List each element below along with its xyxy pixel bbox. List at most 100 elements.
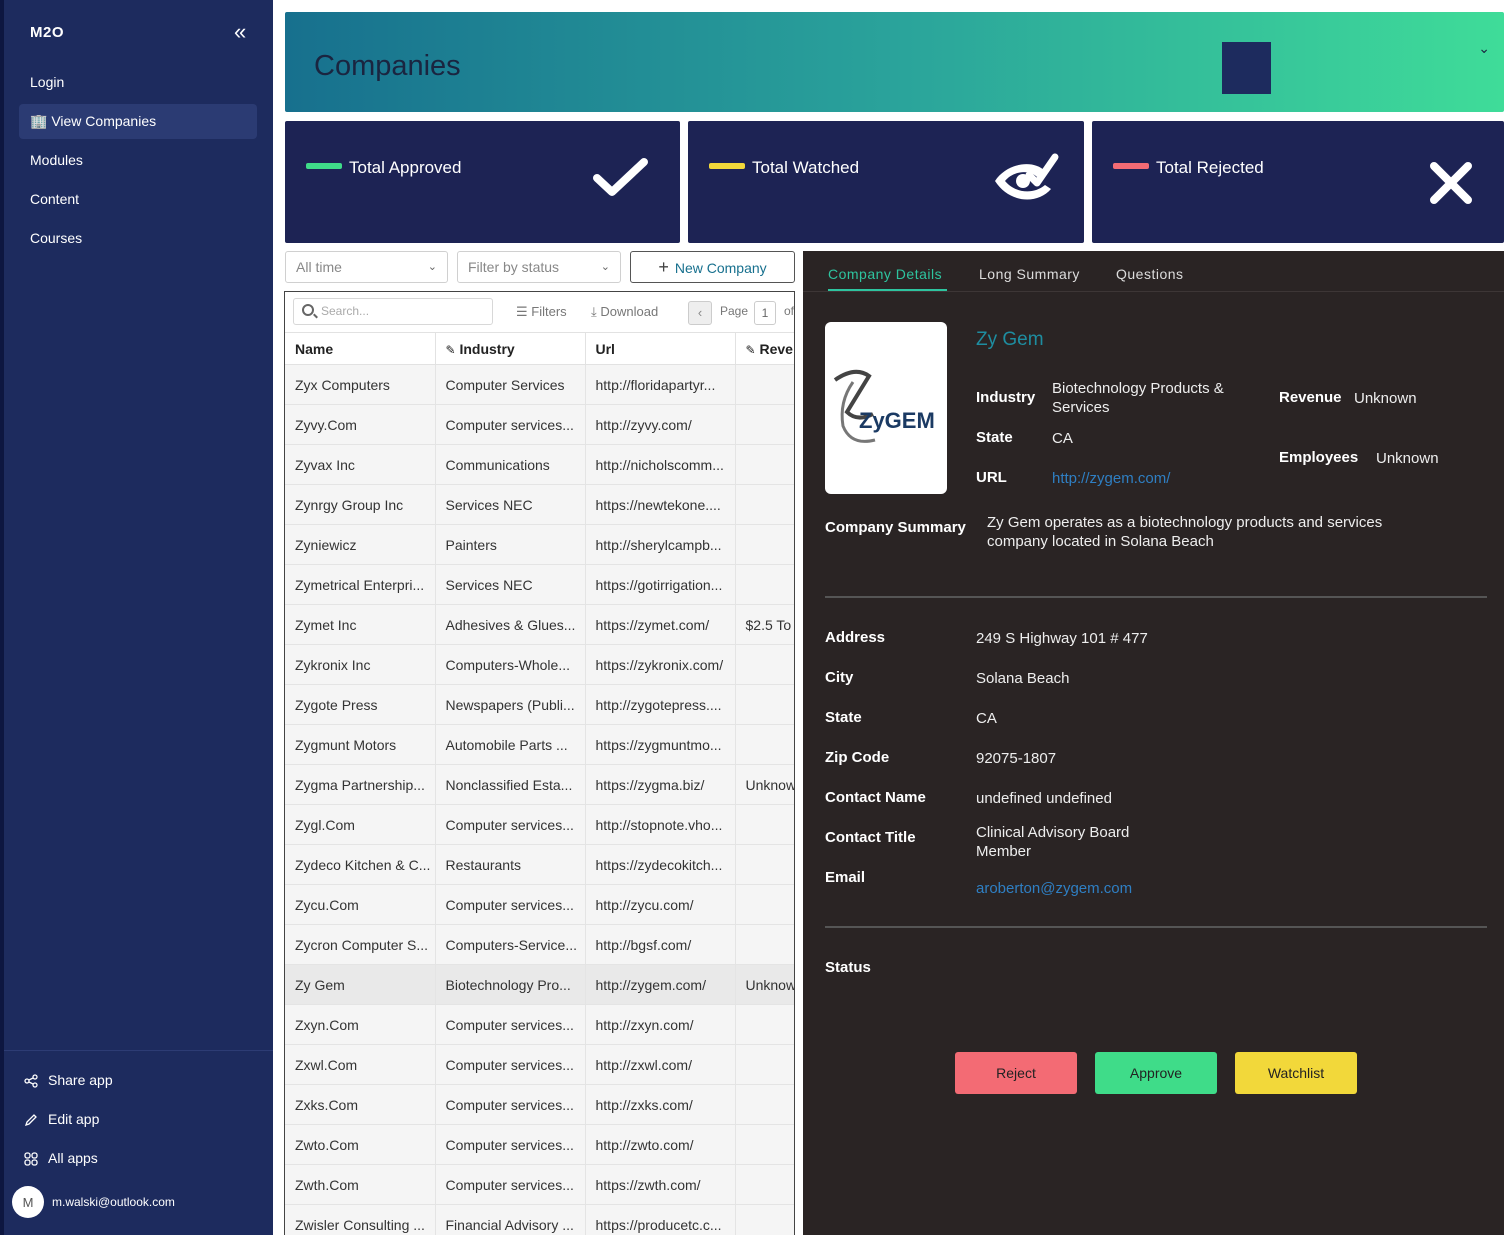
new-company-button[interactable]: + New Company	[630, 251, 795, 283]
address-value: 249 S Highway 101 # 477	[976, 630, 1148, 647]
industry-cell: Computer Services	[435, 364, 586, 405]
industry-cell: Nonclassified Esta...	[435, 764, 586, 805]
url-cell: http://zwto.com/	[585, 1124, 736, 1165]
table-row[interactable]: Zwth.Com Computer services... https://zwth…	[285, 1164, 794, 1205]
time-filter-value: All time	[296, 259, 342, 275]
column-header-name[interactable]: Name	[285, 332, 436, 365]
name-cell: Zymetrical Enterpri...	[285, 564, 436, 605]
table-row[interactable]: Zxks.Com Computer services... http://zxks.…	[285, 1084, 794, 1125]
all-apps-link[interactable]: All apps	[4, 1139, 273, 1178]
watchlist-button[interactable]: Watchlist	[1235, 1052, 1357, 1094]
sidebar-item-login[interactable]: Login	[19, 65, 257, 100]
prev-page-button[interactable]: ‹	[688, 301, 712, 325]
column-header-label: Industry	[459, 340, 515, 357]
table-row[interactable]: Zwisler Consulting ... Financial Advisory…	[285, 1204, 794, 1235]
time-filter-select[interactable]: All time ⌄	[285, 251, 448, 283]
status-filter-select[interactable]: Filter by status ⌄	[457, 251, 621, 283]
tab-questions[interactable]: Questions	[1116, 266, 1184, 282]
table-row[interactable]: Zycu.Com Computer services... http://zycu.…	[285, 884, 794, 925]
approve-button[interactable]: Approve	[1095, 1052, 1217, 1094]
url-cell: https://producetc.c...	[585, 1204, 736, 1235]
sidebar-item-modules[interactable]: Modules	[19, 143, 257, 178]
revenue-cell	[735, 564, 794, 605]
table-row[interactable]: Zymetrical Enterpri... Services NEC https:…	[285, 564, 794, 605]
name-cell: Zygmunt Motors	[285, 724, 436, 765]
check-icon	[593, 158, 648, 196]
user-profile[interactable]: M m.walski@outlook.com	[12, 1186, 175, 1218]
table-row[interactable]: Zymet Inc Adhesives & Glues... https://zym…	[285, 604, 794, 645]
sidebar-item-view-companies[interactable]: 🏢 View Companies	[19, 104, 257, 139]
industry-cell: Computers-Service...	[435, 924, 586, 965]
table-toolbar: Search... ☰ Filters ⤓ Download ‹ Page 1 …	[285, 292, 794, 332]
filters-label: Filters	[531, 304, 567, 319]
url-cell: http://zxks.com/	[585, 1084, 736, 1125]
column-header-revenue[interactable]: ✎ Reve	[735, 332, 794, 365]
sidebar-item-content[interactable]: Content	[19, 182, 257, 217]
revenue-cell	[735, 804, 794, 845]
page-number-input[interactable]: 1	[754, 301, 776, 325]
sidebar: M2O « Login 🏢 View Companies Modules Con…	[0, 0, 273, 1235]
table-row[interactable]: Zyniewicz Painters http://sherylcampb...	[285, 524, 794, 565]
edit-app-label: Edit app	[48, 1111, 100, 1127]
table-row[interactable]: Zydeco Kitchen & C... Restaurants https://…	[285, 844, 794, 885]
data-table: Name ✎ Industry Url ✎ Reve Zyx Computers…	[285, 332, 794, 1235]
table-row[interactable]: Zynrgy Group Inc Services NEC https://newt…	[285, 484, 794, 525]
column-header-industry[interactable]: ✎ Industry	[435, 332, 586, 365]
tab-company-details[interactable]: Company Details	[828, 266, 942, 282]
table-row[interactable]: Zwto.Com Computer services... http://zwto.…	[285, 1124, 794, 1165]
page-of-label: of	[784, 304, 795, 318]
pencil-icon: ✎	[745, 342, 756, 357]
chevron-down-icon[interactable]: ⌄	[1478, 40, 1490, 57]
column-header-label: Reve	[759, 340, 793, 357]
table-row[interactable]: Zycron Computer S... Computers-Service...…	[285, 924, 794, 965]
status-label: Status	[825, 959, 871, 976]
revenue-cell	[735, 684, 794, 725]
table-row[interactable]: Zygmunt Motors Automobile Parts ... https:…	[285, 724, 794, 765]
table-row[interactable]: Zxwl.Com Computer services... http://zxwl.…	[285, 1044, 794, 1085]
table-row[interactable]: Zy Gem Biotechnology Pro... http://zygem.c…	[285, 964, 794, 1005]
table-row[interactable]: Zyvax Inc Communications http://nicholscom…	[285, 444, 794, 485]
industry-cell: Automobile Parts ...	[435, 724, 586, 765]
table-row[interactable]: Zyvy.Com Computer services... http://zyvy.…	[285, 404, 794, 445]
table-row[interactable]: Zxyn.Com Computer services... http://zxyn.…	[285, 1004, 794, 1045]
filters-button[interactable]: ☰ Filters	[516, 304, 567, 320]
revenue-cell	[735, 724, 794, 765]
companies-table: Search... ☰ Filters ⤓ Download ‹ Page 1 …	[284, 291, 795, 1235]
url-cell: https://newtekone....	[585, 484, 736, 525]
zygem-logo-image: ZyGEM	[833, 369, 935, 443]
url-cell: https://zykronix.com/	[585, 644, 736, 685]
industry-cell: Computer services...	[435, 1084, 586, 1125]
close-icon	[1430, 162, 1472, 204]
url-cell: http://zyvy.com/	[585, 404, 736, 445]
column-header-url[interactable]: Url	[585, 332, 736, 365]
name-cell: Zykronix Inc	[285, 644, 436, 685]
table-row[interactable]: Zygl.Com Computer services... http://stopn…	[285, 804, 794, 845]
search-icon	[302, 304, 314, 316]
stat-label-approved: Total Approved	[349, 158, 462, 177]
table-row[interactable]: Zyx Computers Computer Services http://flo…	[285, 364, 794, 405]
company-url-link[interactable]: http://zygem.com/	[1052, 469, 1170, 488]
url-cell: http://stopnote.vho...	[585, 804, 736, 845]
url-cell: https://zydecokitch...	[585, 844, 736, 885]
name-cell: Zycron Computer S...	[285, 924, 436, 965]
revenue-cell	[735, 364, 794, 405]
url-label: URL	[976, 469, 1007, 486]
tab-long-summary[interactable]: Long Summary	[979, 266, 1080, 282]
section-divider	[825, 926, 1487, 928]
reject-button[interactable]: Reject	[955, 1052, 1077, 1094]
email-link[interactable]: aroberton@zygem.com	[976, 879, 1132, 898]
city-label: City	[825, 669, 854, 686]
sidebar-item-courses[interactable]: Courses	[19, 221, 257, 256]
table-row[interactable]: Zykronix Inc Computers-Whole... https://zy…	[285, 644, 794, 685]
industry-cell: Computer services...	[435, 804, 586, 845]
table-row[interactable]: Zygma Partnership... Nonclassified Esta..…	[285, 764, 794, 805]
edit-app-link[interactable]: Edit app	[4, 1100, 273, 1139]
search-input[interactable]: Search...	[293, 298, 493, 325]
share-icon	[24, 1073, 38, 1088]
grid-icon	[24, 1151, 38, 1166]
name-cell: Zygma Partnership...	[285, 764, 436, 805]
collapse-sidebar-icon[interactable]: «	[234, 21, 246, 43]
table-row[interactable]: Zygote Press Newspapers (Publi... http://z…	[285, 684, 794, 725]
share-app-link[interactable]: Share app	[4, 1061, 273, 1100]
download-button[interactable]: ⤓ Download	[591, 304, 658, 320]
